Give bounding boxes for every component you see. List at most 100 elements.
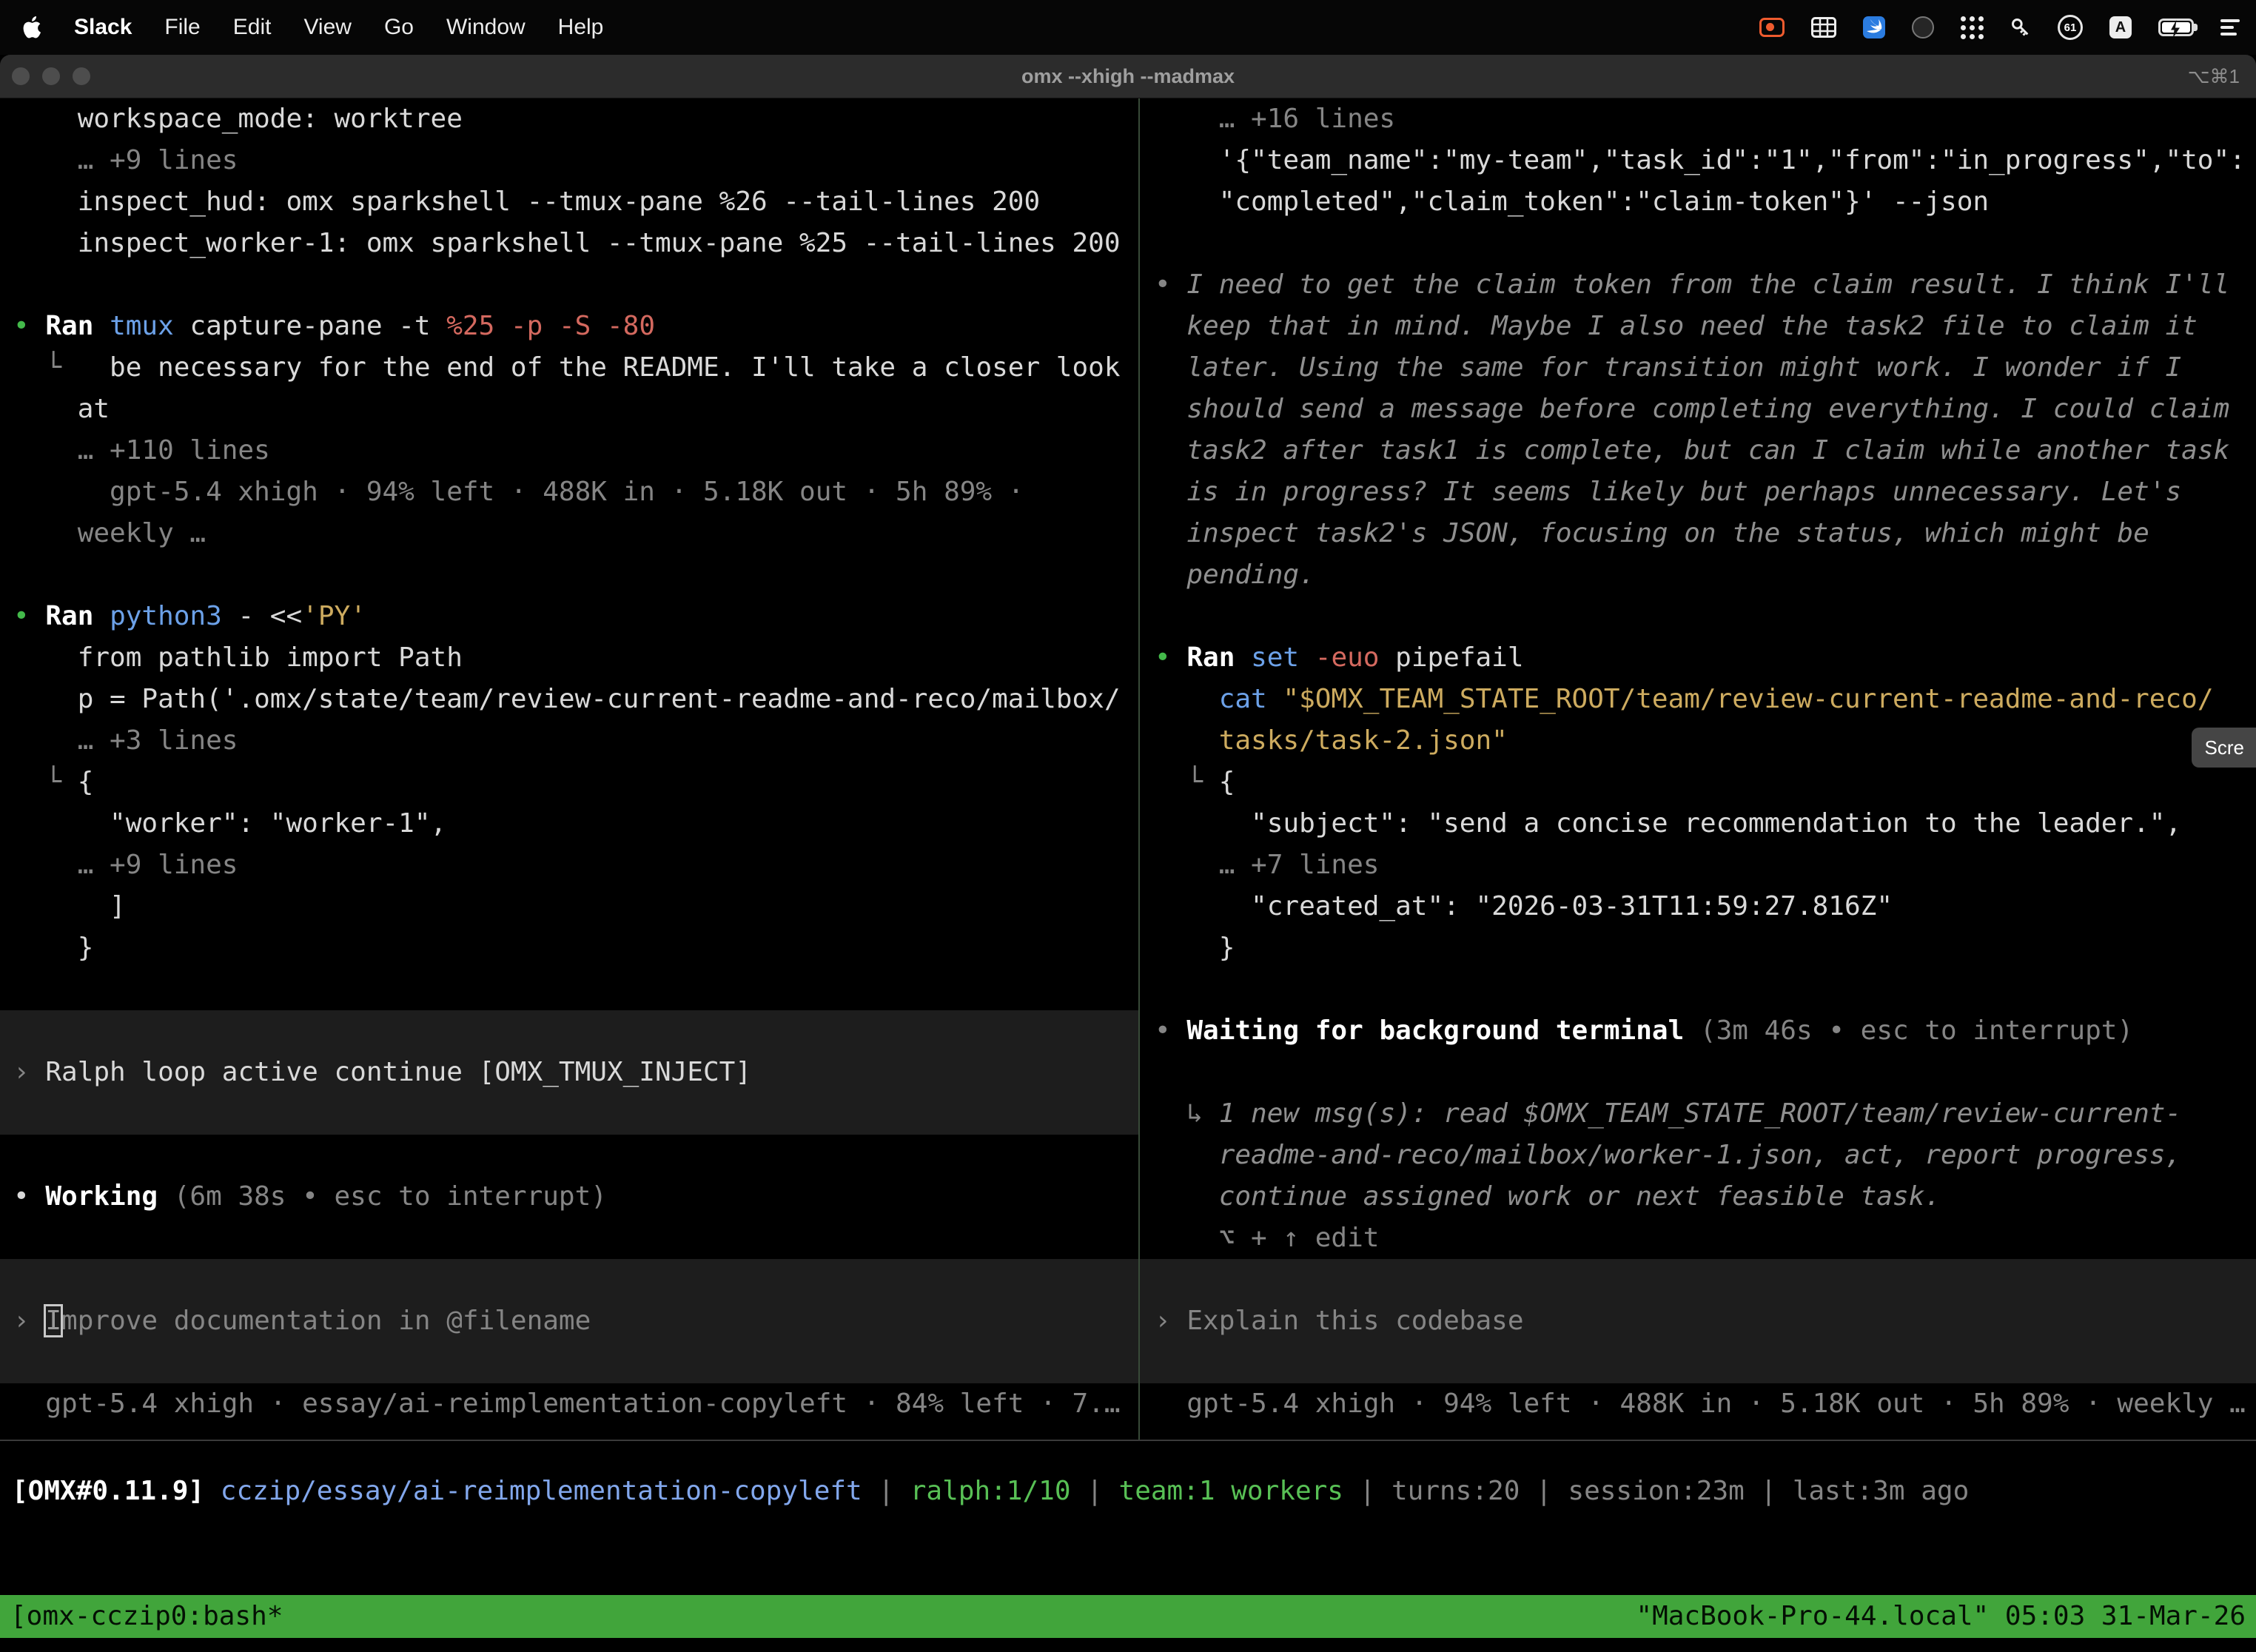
text-segment: cat (1219, 684, 1283, 714)
badge-61-icon[interactable]: 61 (2058, 15, 2083, 40)
list-lines-icon[interactable] (2220, 16, 2240, 39)
dark-circle-icon[interactable] (1912, 16, 1934, 38)
menu-view[interactable]: View (303, 15, 351, 40)
text-segment: task2 after task1 is complete, but can I… (1155, 435, 2229, 466)
menu-help[interactable]: Help (558, 15, 604, 40)
text-segment: cczip/essay/ai-reimplementation-copyleft (221, 1476, 862, 1506)
text-segment: at (13, 394, 110, 424)
menu-edit[interactable]: Edit (233, 15, 272, 40)
text-segment: (3m 46s • esc to interrupt) (1700, 1015, 2133, 1046)
terminal-line: inspect_hud: omx sparkshell --tmux-pane … (13, 181, 1135, 223)
terminal-line (13, 969, 1135, 1010)
text-segment: mprove documentation in @filename (61, 1306, 591, 1336)
terminal-line: keep that in mind. Maybe I also need the… (1155, 306, 2256, 347)
terminal-line (13, 554, 1135, 596)
terminal-line: p = Path('.omx/state/team/review-current… (13, 679, 1135, 720)
text-segment: "created_at": "2026-03-31T11:59:27.816Z" (1155, 891, 1893, 921)
text-segment: (6m 38s • esc to interrupt) (174, 1181, 607, 1212)
terminal-line (1155, 223, 2256, 264)
app-grid-icon[interactable] (1961, 16, 1984, 39)
text-segment: … +9 lines (13, 145, 238, 175)
text-segment: › (13, 1057, 45, 1087)
text-segment: inspect_hud: omx sparkshell --tmux-pane … (13, 187, 1040, 217)
terminal-line: } (1155, 927, 2256, 969)
terminal-line: • Working (6m 38s • esc to interrupt) (13, 1176, 1135, 1218)
terminal-line: • Ran set -euo pipefail (1155, 637, 2256, 679)
text-segment: { (78, 767, 94, 797)
text-segment: pending. (1155, 560, 1315, 590)
text-segment: └ (13, 767, 78, 797)
terminal-line (13, 1218, 1135, 1259)
terminal-line: › Improve documentation in @filename (13, 1300, 1135, 1342)
key-icon[interactable] (2010, 17, 2031, 38)
terminal-line: ] (13, 886, 1135, 927)
input-source-icon[interactable]: A (2109, 16, 2132, 38)
text-segment: └ (13, 352, 78, 383)
terminal-line: … +110 lines (13, 430, 1135, 471)
pane-divider[interactable] (1138, 98, 1140, 1440)
text-segment: weekly … (13, 518, 206, 548)
active-app-name[interactable]: Slack (74, 15, 132, 40)
terminal-line: … +9 lines (13, 140, 1135, 181)
terminal-line: … +7 lines (1155, 845, 2256, 886)
terminal-pane-left[interactable]: workspace_mode: worktree … +9 lines insp… (13, 98, 1135, 1440)
text-segment: … +9 lines (13, 850, 238, 880)
text-segment: -p -S -80 (511, 311, 655, 341)
text-segment: … +3 lines (13, 725, 238, 756)
terminal-line: "subject": "send a concise recommendatio… (1155, 803, 2256, 845)
blue-app-icon[interactable] (1863, 16, 1885, 38)
text-segment: • (13, 601, 45, 631)
text-segment: readme-and-reco/mailbox/worker-1.json, a… (1155, 1140, 2181, 1170)
terminal-line: • I need to get the claim token from the… (1155, 264, 2256, 306)
screen-share-overlay: Scre (2192, 728, 2256, 768)
terminal-line (13, 264, 1135, 306)
text-segment: should send a message before completing … (1155, 394, 2229, 424)
text-segment: Ralph loop active continue [OMX_TMUX_INJ… (45, 1057, 751, 1087)
terminal-line: [OMX#0.11.9] cczip/essay/ai-reimplementa… (12, 1471, 2256, 1512)
text-segment (1155, 684, 1219, 714)
terminal-line: "completed","claim_token":"claim-token"}… (1155, 181, 2256, 223)
text-segment: } (1155, 933, 1235, 963)
terminal-line: '{"team_name":"my-team","task_id":"1","f… (1155, 140, 2256, 181)
text-segment: 1 new msg(s): read $OMX_TEAM_STATE_ROOT/… (1219, 1098, 2181, 1129)
terminal-line: from pathlib import Path (13, 637, 1135, 679)
terminal-line (1155, 1052, 2256, 1093)
menu-go[interactable]: Go (384, 15, 414, 40)
text-segment: gpt-5.4 xhigh · 94% left · 488K in · 5.1… (13, 477, 1024, 507)
text-segment: Ran (45, 601, 110, 631)
omx-status-line: [OMX#0.11.9] cczip/essay/ai-reimplementa… (12, 1471, 2256, 1512)
terminal-line: workspace_mode: worktree (13, 98, 1135, 140)
terminal-pane-right[interactable]: … +16 lines '{"team_name":"my-team","tas… (1155, 98, 2256, 1440)
text-segment: Ran (1186, 642, 1251, 673)
terminal-line: … +16 lines (1155, 98, 2256, 140)
window-title-bar[interactable]: omx --xhigh --madmax ⌥⌘1 (0, 55, 2256, 98)
text-segment: "$OMX_TEAM_STATE_ROOT/team/review-curren… (1283, 684, 2213, 714)
text-segment: is in progress? It seems likely but perh… (1155, 477, 2181, 507)
terminal-line: "created_at": "2026-03-31T11:59:27.816Z" (1155, 886, 2256, 927)
screen-recording-icon[interactable] (1759, 18, 1785, 37)
text-segment: I need to get the claim token from the c… (1186, 269, 2229, 300)
terminal-line: └ { (13, 762, 1135, 803)
terminal-line: gpt-5.4 xhigh · essay/ai-reimplementatio… (13, 1383, 1135, 1425)
text-segment: team:1 workers (1119, 1476, 1343, 1506)
battery-charging-icon[interactable] (2158, 19, 2194, 36)
text-segment: • (1155, 642, 1186, 673)
tmux-host-clock: "MacBook-Pro-44.local" 05:03 31-Mar-26 (1636, 1595, 2246, 1638)
text-segment: gpt-5.4 xhigh · 94% left · 488K in · 5.1… (1155, 1389, 2246, 1419)
text-segment: set (1251, 642, 1315, 673)
text-segment: › (13, 1306, 45, 1336)
terminal-line: … +9 lines (13, 845, 1135, 886)
terminal-cursor: I (45, 1306, 61, 1336)
terminal-line (1155, 1259, 2256, 1300)
text-segment: • (1155, 269, 1186, 300)
text-segment: › Explain this codebase (1155, 1306, 1524, 1336)
text-segment: ] (13, 891, 126, 921)
apple-menu-icon[interactable] (22, 16, 41, 38)
text-segment: gpt-5.4 xhigh · essay/ai-reimplementatio… (13, 1389, 1121, 1419)
terminal-line: "worker": "worker-1", (13, 803, 1135, 845)
keyboard-grid-icon[interactable] (1811, 17, 1836, 38)
terminal-line: └ { (1155, 762, 2256, 803)
menu-bar-left: Slack File Edit View Go Window Help (22, 15, 603, 40)
menu-window[interactable]: Window (446, 15, 526, 40)
menu-file[interactable]: File (164, 15, 200, 40)
